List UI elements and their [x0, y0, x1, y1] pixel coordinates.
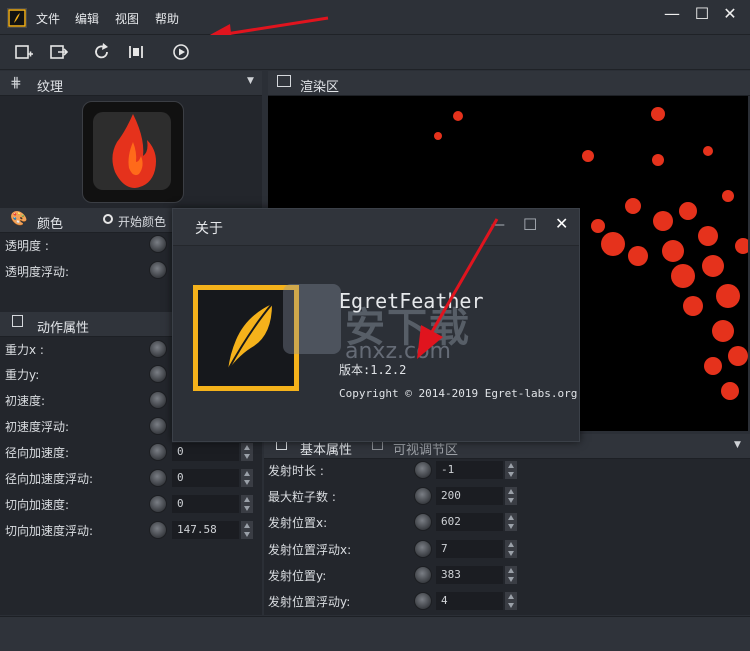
- max-particles-spinner[interactable]: [505, 487, 517, 505]
- about-dialog-title: 关于: [195, 221, 223, 237]
- max-particles-knob[interactable]: [414, 487, 432, 505]
- radial-accel-float-input[interactable]: 0: [172, 469, 239, 487]
- properties-icon: [12, 315, 23, 327]
- emit-x-input[interactable]: 602: [436, 513, 503, 531]
- emit-duration-label: 发射时长 :: [268, 464, 324, 478]
- watermark-bag-icon: [283, 284, 341, 354]
- menu-view[interactable]: 视图: [115, 10, 139, 27]
- opacity-knob[interactable]: [149, 235, 167, 253]
- emit-x-float-label: 发射位置浮动x:: [268, 543, 352, 557]
- opacity-float-label: 透明度浮动:: [5, 265, 70, 279]
- radial-accel-float-spinner[interactable]: [241, 469, 253, 487]
- gravity-y-knob[interactable]: [149, 365, 167, 383]
- render-panel-header: [268, 71, 750, 96]
- opacity-float-knob[interactable]: [149, 261, 167, 279]
- emit-x-spinner[interactable]: [505, 513, 517, 531]
- feather-icon: [227, 303, 273, 371]
- start-color-label: 开始颜色: [118, 215, 167, 229]
- export-icon[interactable]: [48, 42, 70, 62]
- maximize-button[interactable]: ☐: [690, 4, 714, 24]
- max-particles-input[interactable]: 200: [436, 487, 503, 505]
- close-button[interactable]: ✕: [718, 4, 742, 24]
- opacity-label: 透明度 :: [5, 239, 49, 253]
- emit-duration-input[interactable]: -1: [436, 461, 503, 479]
- dialog-close-button[interactable]: ✕: [555, 214, 568, 233]
- speed-float-label: 初速度浮动:: [5, 420, 70, 434]
- tangent-accel-label: 切向加速度:: [5, 498, 70, 512]
- speed-float-knob[interactable]: [149, 417, 167, 435]
- radial-accel-float-label: 径向加速度浮动:: [5, 472, 94, 486]
- emit-x-float-knob[interactable]: [414, 540, 432, 558]
- new-file-icon[interactable]: [13, 42, 35, 62]
- emit-y-label: 发射位置y:: [268, 569, 327, 583]
- menu-edit[interactable]: 编辑: [75, 10, 99, 27]
- speed-label: 初速度:: [5, 394, 46, 408]
- radial-accel-input[interactable]: 0: [172, 443, 239, 461]
- tangent-accel-knob[interactable]: [149, 495, 167, 513]
- tangent-accel-float-knob[interactable]: [149, 521, 167, 539]
- max-particles-label: 最大粒子数 :: [268, 490, 336, 504]
- radial-accel-float-knob[interactable]: [149, 469, 167, 487]
- emit-x-float-spinner[interactable]: [505, 540, 517, 558]
- menu-help[interactable]: 帮助: [155, 10, 179, 27]
- render-window-icon: [277, 75, 291, 87]
- radial-accel-knob[interactable]: [149, 443, 167, 461]
- tangent-accel-spinner[interactable]: [241, 495, 253, 513]
- emit-duration-knob[interactable]: [414, 461, 432, 479]
- radial-accel-label: 径向加速度:: [5, 446, 70, 460]
- refresh-icon[interactable]: [91, 42, 113, 62]
- emit-y-knob[interactable]: [414, 566, 432, 584]
- emit-x-float-input[interactable]: 7: [436, 540, 503, 558]
- tangent-accel-input[interactable]: 0: [172, 495, 239, 513]
- minimize-button[interactable]: —: [660, 4, 684, 24]
- play-icon[interactable]: [170, 42, 192, 62]
- fit-icon[interactable]: [125, 42, 147, 62]
- chevron-down-icon[interactable]: ▼: [247, 76, 254, 86]
- color-panel-title: 颜色: [37, 217, 64, 232]
- version-text: 版本:1.2.2: [339, 363, 407, 377]
- tangent-accel-float-spinner[interactable]: [241, 521, 253, 539]
- flame-texture-icon: [112, 114, 156, 188]
- emit-y-float-label: 发射位置浮动y:: [268, 595, 351, 609]
- emit-y-float-knob[interactable]: [414, 592, 432, 610]
- about-dialog-titlebar: [173, 209, 579, 246]
- emit-y-spinner[interactable]: [505, 566, 517, 584]
- title-bar: [0, 0, 750, 35]
- menu-file[interactable]: 文件: [36, 10, 60, 27]
- texture-panel-title: 纹理: [37, 80, 64, 95]
- about-dialog: 关于 — ☐ ✕ 安下载 anxz.com EgretFeather 版本:1.…: [172, 208, 580, 442]
- tangent-accel-float-input[interactable]: 147.58: [172, 521, 239, 539]
- gravity-x-knob[interactable]: [149, 340, 167, 358]
- annotation-arrow-icon: [417, 218, 499, 359]
- start-color-radio[interactable]: [103, 214, 113, 224]
- app-icon: [7, 8, 27, 28]
- emit-duration-spinner[interactable]: [505, 461, 517, 479]
- grid-icon: ⋕: [10, 75, 22, 91]
- emit-y-float-input[interactable]: 4: [436, 592, 503, 610]
- tangent-accel-float-label: 切向加速度浮动:: [5, 524, 94, 538]
- radial-accel-spinner[interactable]: [241, 443, 253, 461]
- speed-knob[interactable]: [149, 391, 167, 409]
- gravity-x-label: 重力x :: [5, 343, 44, 357]
- gravity-y-label: 重力y:: [5, 368, 40, 382]
- emit-x-label: 发射位置x:: [268, 516, 328, 530]
- texture-preview[interactable]: [82, 101, 184, 203]
- emit-y-input[interactable]: 383: [436, 566, 503, 584]
- status-bar: [0, 616, 750, 651]
- copyright-text: Copyright © 2014-2019 Egret-labs.org: [339, 387, 578, 400]
- palette-icon: 🎨: [10, 211, 28, 227]
- render-panel-title: 渲染区: [300, 80, 340, 95]
- motion-panel-title: 动作属性: [37, 321, 90, 336]
- emit-x-knob[interactable]: [414, 513, 432, 531]
- chevron-down-icon[interactable]: ▼: [734, 440, 741, 450]
- dialog-maximize-button[interactable]: ☐: [523, 215, 537, 234]
- emit-y-float-spinner[interactable]: [505, 592, 517, 610]
